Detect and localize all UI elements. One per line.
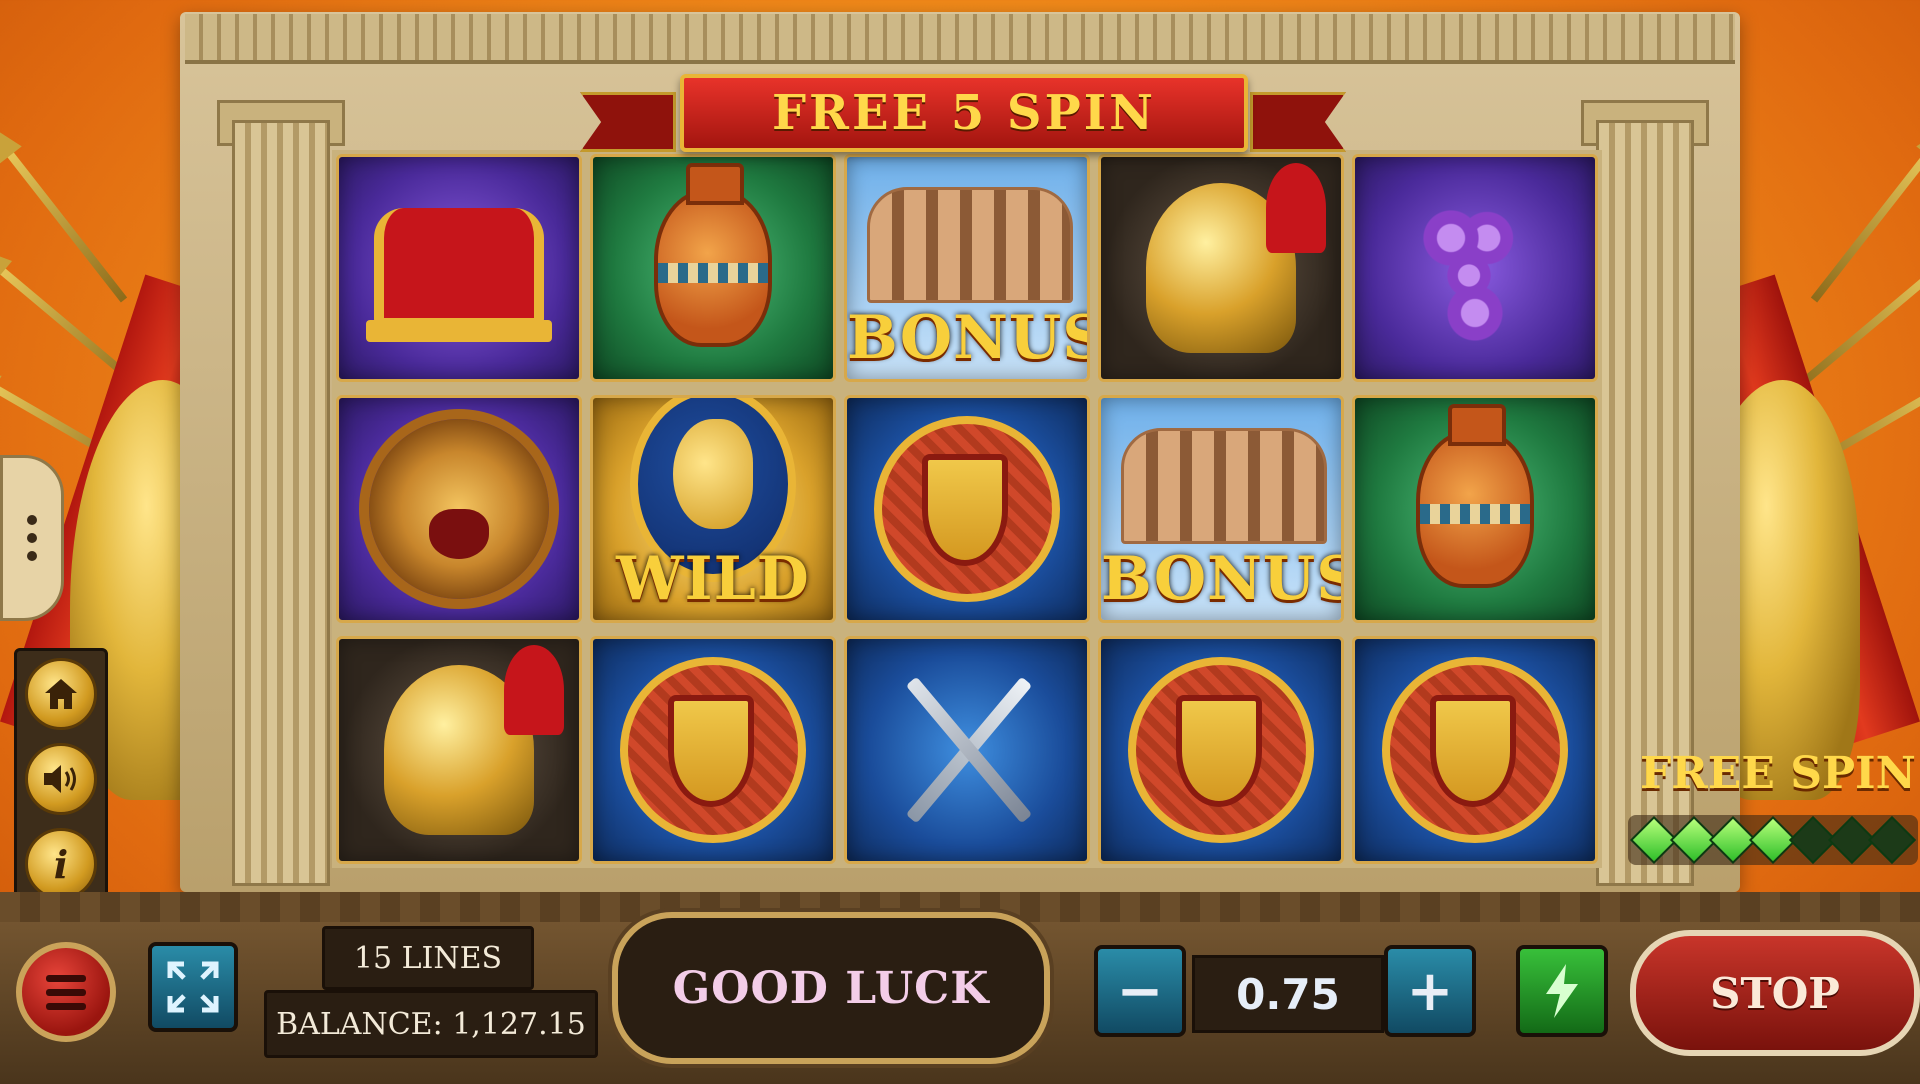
reel-cell: [590, 154, 836, 382]
sound-button[interactable]: [25, 742, 97, 815]
amphora-vase-icon: [1416, 404, 1534, 588]
main-menu-button[interactable]: [16, 942, 116, 1042]
lightning-icon: [1546, 964, 1578, 1018]
reels-grid: BONUS WILD BONUS: [332, 150, 1602, 868]
colosseum-icon: [1121, 428, 1327, 544]
reel-cell: [1098, 636, 1344, 864]
reel-cell: [844, 395, 1090, 623]
reel-cell: WILD: [590, 395, 836, 623]
reel-cell: [336, 154, 582, 382]
reel-cell: [1352, 395, 1598, 623]
amphora-vase-icon: [654, 163, 772, 347]
reel-cell: [336, 636, 582, 864]
crossed-swords-icon: [877, 660, 1057, 840]
grapes-icon: [1415, 193, 1535, 343]
shield-icon: [1128, 657, 1314, 843]
crown-icon: [366, 208, 552, 342]
gem-icon: [1868, 815, 1917, 865]
plus-icon: +: [1406, 958, 1454, 1024]
dot-icon: [27, 533, 37, 543]
free-spin-label: FREE SPIN: [1640, 748, 1916, 799]
shield-icon: [1382, 657, 1568, 843]
colosseum-icon: [867, 187, 1073, 303]
reel-cell: [1352, 154, 1598, 382]
reel-cell: [590, 636, 836, 864]
message-text: GOOD LUCK: [672, 962, 990, 1014]
bet-value: 0.75: [1236, 969, 1340, 1019]
hamburger-icon: [46, 974, 86, 982]
symbol-label: BONUS: [1101, 544, 1344, 614]
turbo-button[interactable]: [1516, 945, 1608, 1037]
balance-display: BALANCE: 1,127.15: [264, 990, 598, 1058]
reel-cell: [844, 636, 1090, 864]
fullscreen-button[interactable]: [148, 942, 238, 1032]
info-icon: i: [53, 841, 69, 887]
free-spin-gems: [1628, 815, 1918, 865]
reel-cell: [1352, 636, 1598, 864]
speaker-icon: [44, 764, 76, 793]
bet-decrease-button[interactable]: −: [1094, 945, 1186, 1037]
shield-icon: [874, 416, 1060, 602]
reel-cell: [336, 395, 582, 623]
reel-cell: BONUS: [1098, 395, 1344, 623]
lines-text: 15 LINES: [353, 940, 503, 976]
gladiator-helmet-icon: [384, 645, 564, 835]
side-menu-toggle[interactable]: [0, 455, 64, 621]
dot-icon: [27, 515, 37, 525]
column-left: [232, 120, 330, 886]
ribbon-title: FREE 5 SPIN: [771, 85, 1157, 141]
home-button[interactable]: [25, 657, 97, 730]
side-menu: i: [14, 648, 108, 927]
gladiator-helmet-icon: [1146, 163, 1326, 353]
lines-display: 15 LINES: [322, 926, 534, 990]
bet-increase-button[interactable]: +: [1384, 945, 1476, 1037]
symbol-label: BONUS: [847, 303, 1090, 373]
home-icon: [45, 678, 77, 709]
reel-cell: BONUS: [844, 154, 1090, 382]
free-spin-ribbon: FREE 5 SPIN: [680, 74, 1248, 152]
symbol-label: WILD: [616, 544, 810, 614]
shield-icon: [620, 657, 806, 843]
reel-cell: [1098, 154, 1344, 382]
balance-text: BALANCE: 1,127.15: [276, 1006, 586, 1042]
info-button[interactable]: i: [25, 828, 97, 901]
bet-value-display: 0.75: [1192, 955, 1384, 1033]
message-panel: GOOD LUCK: [612, 912, 1050, 1064]
temple-entablature: [185, 14, 1735, 64]
minus-icon: −: [1116, 958, 1164, 1024]
lion-icon: [369, 419, 549, 599]
dot-icon: [27, 551, 37, 561]
stop-label: STOP: [1710, 968, 1840, 1018]
fullscreen-icon: [167, 961, 219, 1013]
stop-button[interactable]: STOP: [1630, 930, 1920, 1056]
